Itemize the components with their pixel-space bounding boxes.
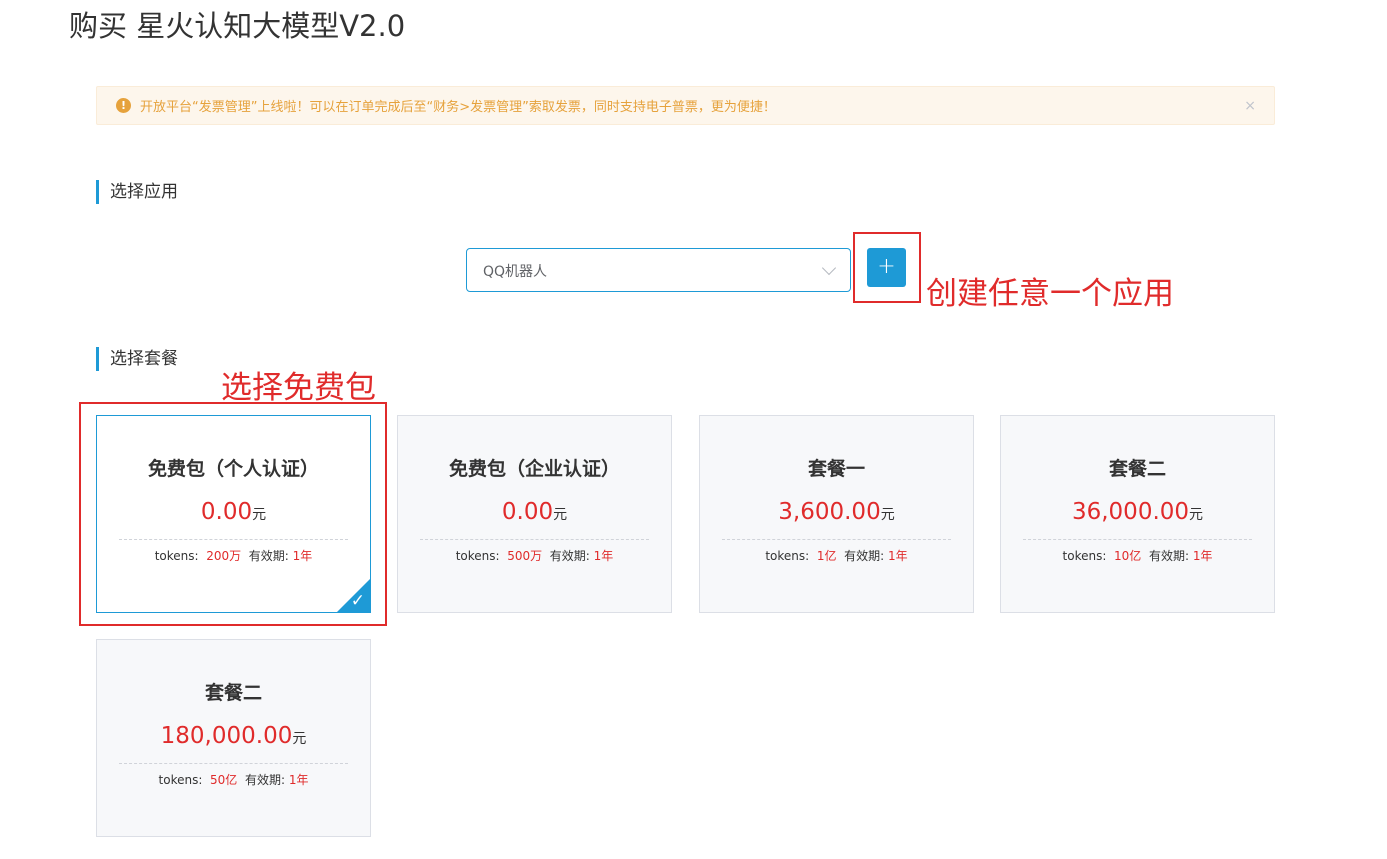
warning-icon: ! <box>116 98 131 113</box>
package-price: 180,000.00元 <box>97 723 370 749</box>
validity-label: 有效期: <box>844 549 885 563</box>
validity-value: 1年 <box>1192 549 1213 563</box>
package-name: 套餐二 <box>204 682 262 704</box>
validity-label: 有效期: <box>248 549 289 563</box>
package-name: 免费包（个人认证） <box>147 458 319 480</box>
tokens-label: tokens: <box>158 773 203 787</box>
divider <box>119 539 348 540</box>
tokens-value: 500万 <box>507 549 543 563</box>
package-meta: tokens: 200万 有效期: 1年 <box>97 547 370 564</box>
price-unit: 元 <box>252 507 267 523</box>
price-value: 36,000.00 <box>1071 499 1190 525</box>
divider <box>722 539 951 540</box>
package-card-plan-1[interactable]: 套餐一 3,600.00元 tokens: 1亿 有效期: 1年 <box>699 415 974 613</box>
section-title-package: 选择套餐 <box>96 347 178 371</box>
validity-value: 1年 <box>888 549 908 563</box>
chevron-down-icon <box>821 260 837 276</box>
check-icon: ✓ <box>350 591 365 611</box>
annotation-choose-free: 选择免费包 <box>221 370 376 406</box>
price-unit: 元 <box>1189 507 1204 523</box>
package-card-free-personal[interactable]: 免费包（个人认证） 0.00元 tokens: 200万 有效期: 1年 ✓ <box>96 415 371 613</box>
app-select-value: QQ机器人 <box>483 264 548 280</box>
package-meta: tokens: 10亿 有效期: 1年 <box>1001 547 1274 564</box>
package-price: 3,600.00元 <box>700 499 973 525</box>
tokens-value: 50亿 <box>210 773 238 787</box>
tokens-value: 10亿 <box>1114 549 1142 563</box>
price-value: 0.00 <box>501 499 554 525</box>
package-meta: tokens: 50亿 有效期: 1年 <box>97 771 370 788</box>
notice-banner: ! 开放平台“发票管理”上线啦！可以在订单完成后至“财务>发票管理”索取发票，同… <box>96 86 1275 125</box>
notice-text: 开放平台“发票管理”上线啦！可以在订单完成后至“财务>发票管理”索取发票，同时支… <box>140 100 776 115</box>
package-card-plan-2[interactable]: 套餐二 36,000.00元 tokens: 10亿 有效期: 1年 <box>1000 415 1275 613</box>
tokens-label: tokens: <box>1062 549 1107 563</box>
annotation-create-app: 创建任意一个应用 <box>926 276 1174 312</box>
tokens-value: 1亿 <box>816 549 837 563</box>
package-name: 套餐一 <box>807 458 865 480</box>
price-value: 3,600.00 <box>778 499 881 525</box>
package-meta: tokens: 1亿 有效期: 1年 <box>700 547 973 564</box>
validity-value: 1年 <box>593 549 614 563</box>
tokens-label: tokens: <box>154 549 199 563</box>
close-icon[interactable]: × <box>1244 97 1256 115</box>
price-unit: 元 <box>553 507 568 523</box>
price-unit: 元 <box>880 507 895 523</box>
price-value: 180,000.00 <box>160 723 293 749</box>
package-name: 免费包（企业认证） <box>448 458 620 480</box>
validity-value: 1年 <box>292 549 313 563</box>
validity-label: 有效期: <box>244 773 285 787</box>
section-title-app: 选择应用 <box>96 180 178 204</box>
divider <box>420 539 649 540</box>
app-select[interactable]: QQ机器人 <box>466 248 851 292</box>
package-card-plan-2b[interactable]: 套餐二 180,000.00元 tokens: 50亿 有效期: 1年 <box>96 639 371 837</box>
price-value: 0.00 <box>200 499 253 525</box>
package-name: 套餐二 <box>1108 458 1166 480</box>
tokens-label: tokens: <box>765 549 810 563</box>
tokens-label: tokens: <box>455 549 500 563</box>
package-price: 0.00元 <box>97 499 370 525</box>
validity-label: 有效期: <box>549 549 590 563</box>
validity-label: 有效期: <box>1148 549 1189 563</box>
divider <box>1023 539 1252 540</box>
tokens-value: 200万 <box>206 549 242 563</box>
divider <box>119 763 348 764</box>
package-price: 36,000.00元 <box>1001 499 1274 525</box>
annotation-box-add <box>853 232 921 303</box>
package-price: 0.00元 <box>398 499 671 525</box>
package-card-free-enterprise[interactable]: 免费包（企业认证） 0.00元 tokens: 500万 有效期: 1年 <box>397 415 672 613</box>
package-meta: tokens: 500万 有效期: 1年 <box>398 547 671 564</box>
validity-value: 1年 <box>288 773 309 787</box>
page-title: 购买 星火认知大模型V2.0 <box>69 9 406 43</box>
price-unit: 元 <box>292 731 307 747</box>
